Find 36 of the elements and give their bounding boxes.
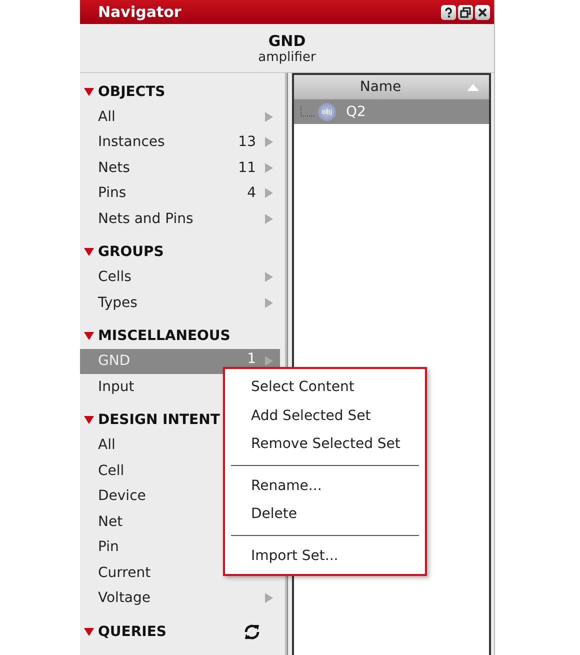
question-mark-icon [443, 6, 454, 18]
navigator-item[interactable]: Cells [80, 264, 280, 290]
expanded-triangle-icon[interactable] [84, 248, 94, 256]
column-header[interactable]: Name [294, 75, 489, 100]
window-title: Navigator [98, 3, 182, 21]
menu-item[interactable]: Remove Selected Set [225, 430, 425, 458]
section-heading[interactable]: GROUPS [98, 244, 280, 260]
expanded-triangle-icon[interactable] [84, 416, 94, 424]
header-subtitle: amplifier [258, 50, 316, 64]
navigator-item[interactable]: GND 1 [80, 348, 280, 374]
menu-item[interactable]: Select Content [225, 373, 425, 402]
close-icon [477, 6, 488, 18]
restore-button[interactable] [458, 4, 473, 20]
close-button[interactable] [475, 4, 490, 20]
navigator-item[interactable]: Nets 11 [80, 155, 280, 180]
navigator-item[interactable]: Voltage [80, 586, 280, 611]
navigator-item[interactable]: Pins 4 [80, 180, 280, 206]
menu-item[interactable]: Delete [225, 500, 425, 528]
header-title: GND [268, 32, 306, 50]
navigator-item[interactable]: Types [80, 290, 280, 316]
navigator-item[interactable]: Instances 13 [80, 130, 280, 155]
expanded-triangle-icon[interactable] [84, 332, 94, 340]
section-heading[interactable]: MISCELLANEOUS [98, 328, 280, 344]
section-heading[interactable]: OBJECTS [98, 84, 280, 100]
expanded-triangle-icon[interactable] [84, 88, 94, 96]
navigator-item[interactable]: All [80, 104, 280, 130]
menu-item[interactable]: Import Set... [225, 542, 425, 570]
menu-item[interactable]: Add Selected Set [225, 402, 425, 430]
expanded-triangle-icon[interactable] [84, 628, 94, 636]
row-name: Q2 [346, 104, 366, 120]
menu-item[interactable]: Rename... [225, 472, 425, 500]
section-heading[interactable]: QUERIES [98, 624, 242, 640]
restore-icon [460, 6, 471, 18]
help-button[interactable] [441, 4, 456, 20]
tree-line-icon [300, 106, 314, 118]
navigator-item[interactable]: Nets and Pins [80, 206, 280, 232]
